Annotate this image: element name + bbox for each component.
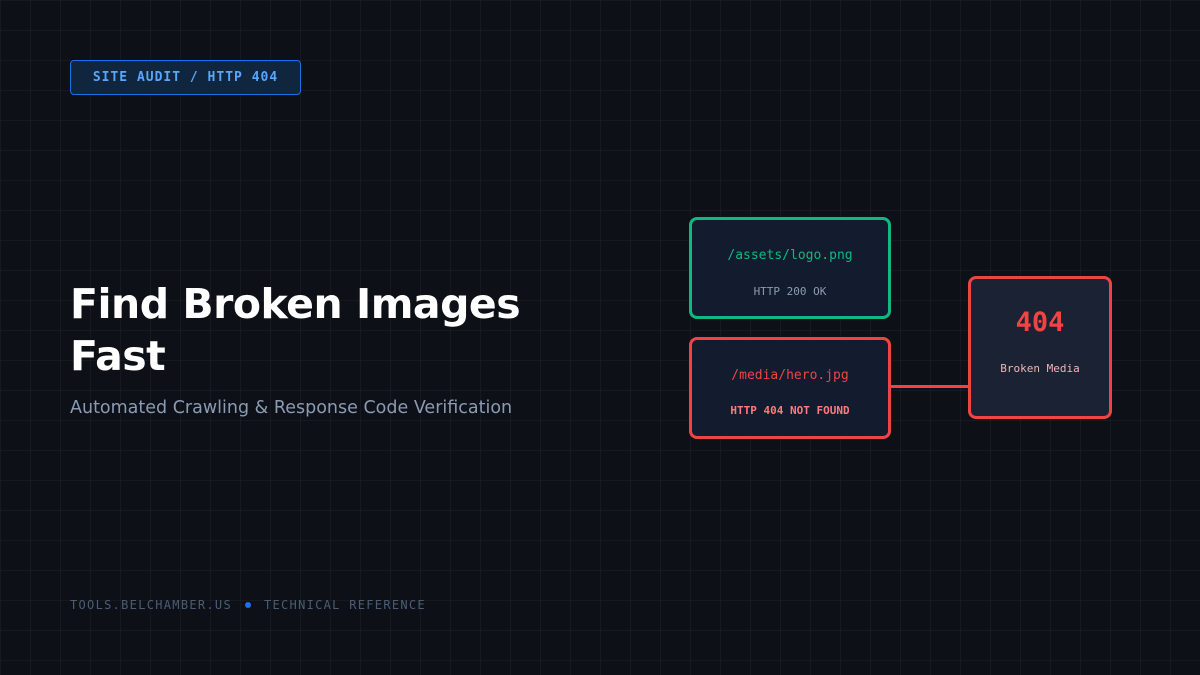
ok-resource-status: HTTP 200 OK [753,285,827,298]
page-title: Find Broken Images Fast [70,278,550,382]
title-line-2: Fast [70,332,166,380]
page-subtitle: Automated Crawling & Response Code Verif… [70,398,513,418]
footer-site: TOOLS.BELCHAMBER.US [70,598,232,612]
category-badge: SITE AUDIT / HTTP 404 [70,60,301,95]
footer-section: TECHNICAL REFERENCE [263,598,426,612]
broken-resource-path: /media/hero.jpg [731,368,849,383]
result-code: 404 [1015,307,1065,338]
broken-resource-node: /media/hero.jpg HTTP 404 NOT FOUND [689,337,891,439]
ok-resource-node: /assets/logo.png HTTP 200 OK [689,217,891,319]
ok-resource-path: /assets/logo.png [727,248,853,263]
footer: TOOLS.BELCHAMBER.US TECHNICAL REFERENCE [70,598,426,612]
connector-line [891,385,969,388]
title-line-1: Find Broken Images [70,280,521,328]
result-label: Broken Media [1000,362,1080,375]
result-node: 404 Broken Media [968,276,1112,419]
separator-dot-icon [244,602,251,608]
broken-resource-status: HTTP 404 NOT FOUND [730,404,850,417]
